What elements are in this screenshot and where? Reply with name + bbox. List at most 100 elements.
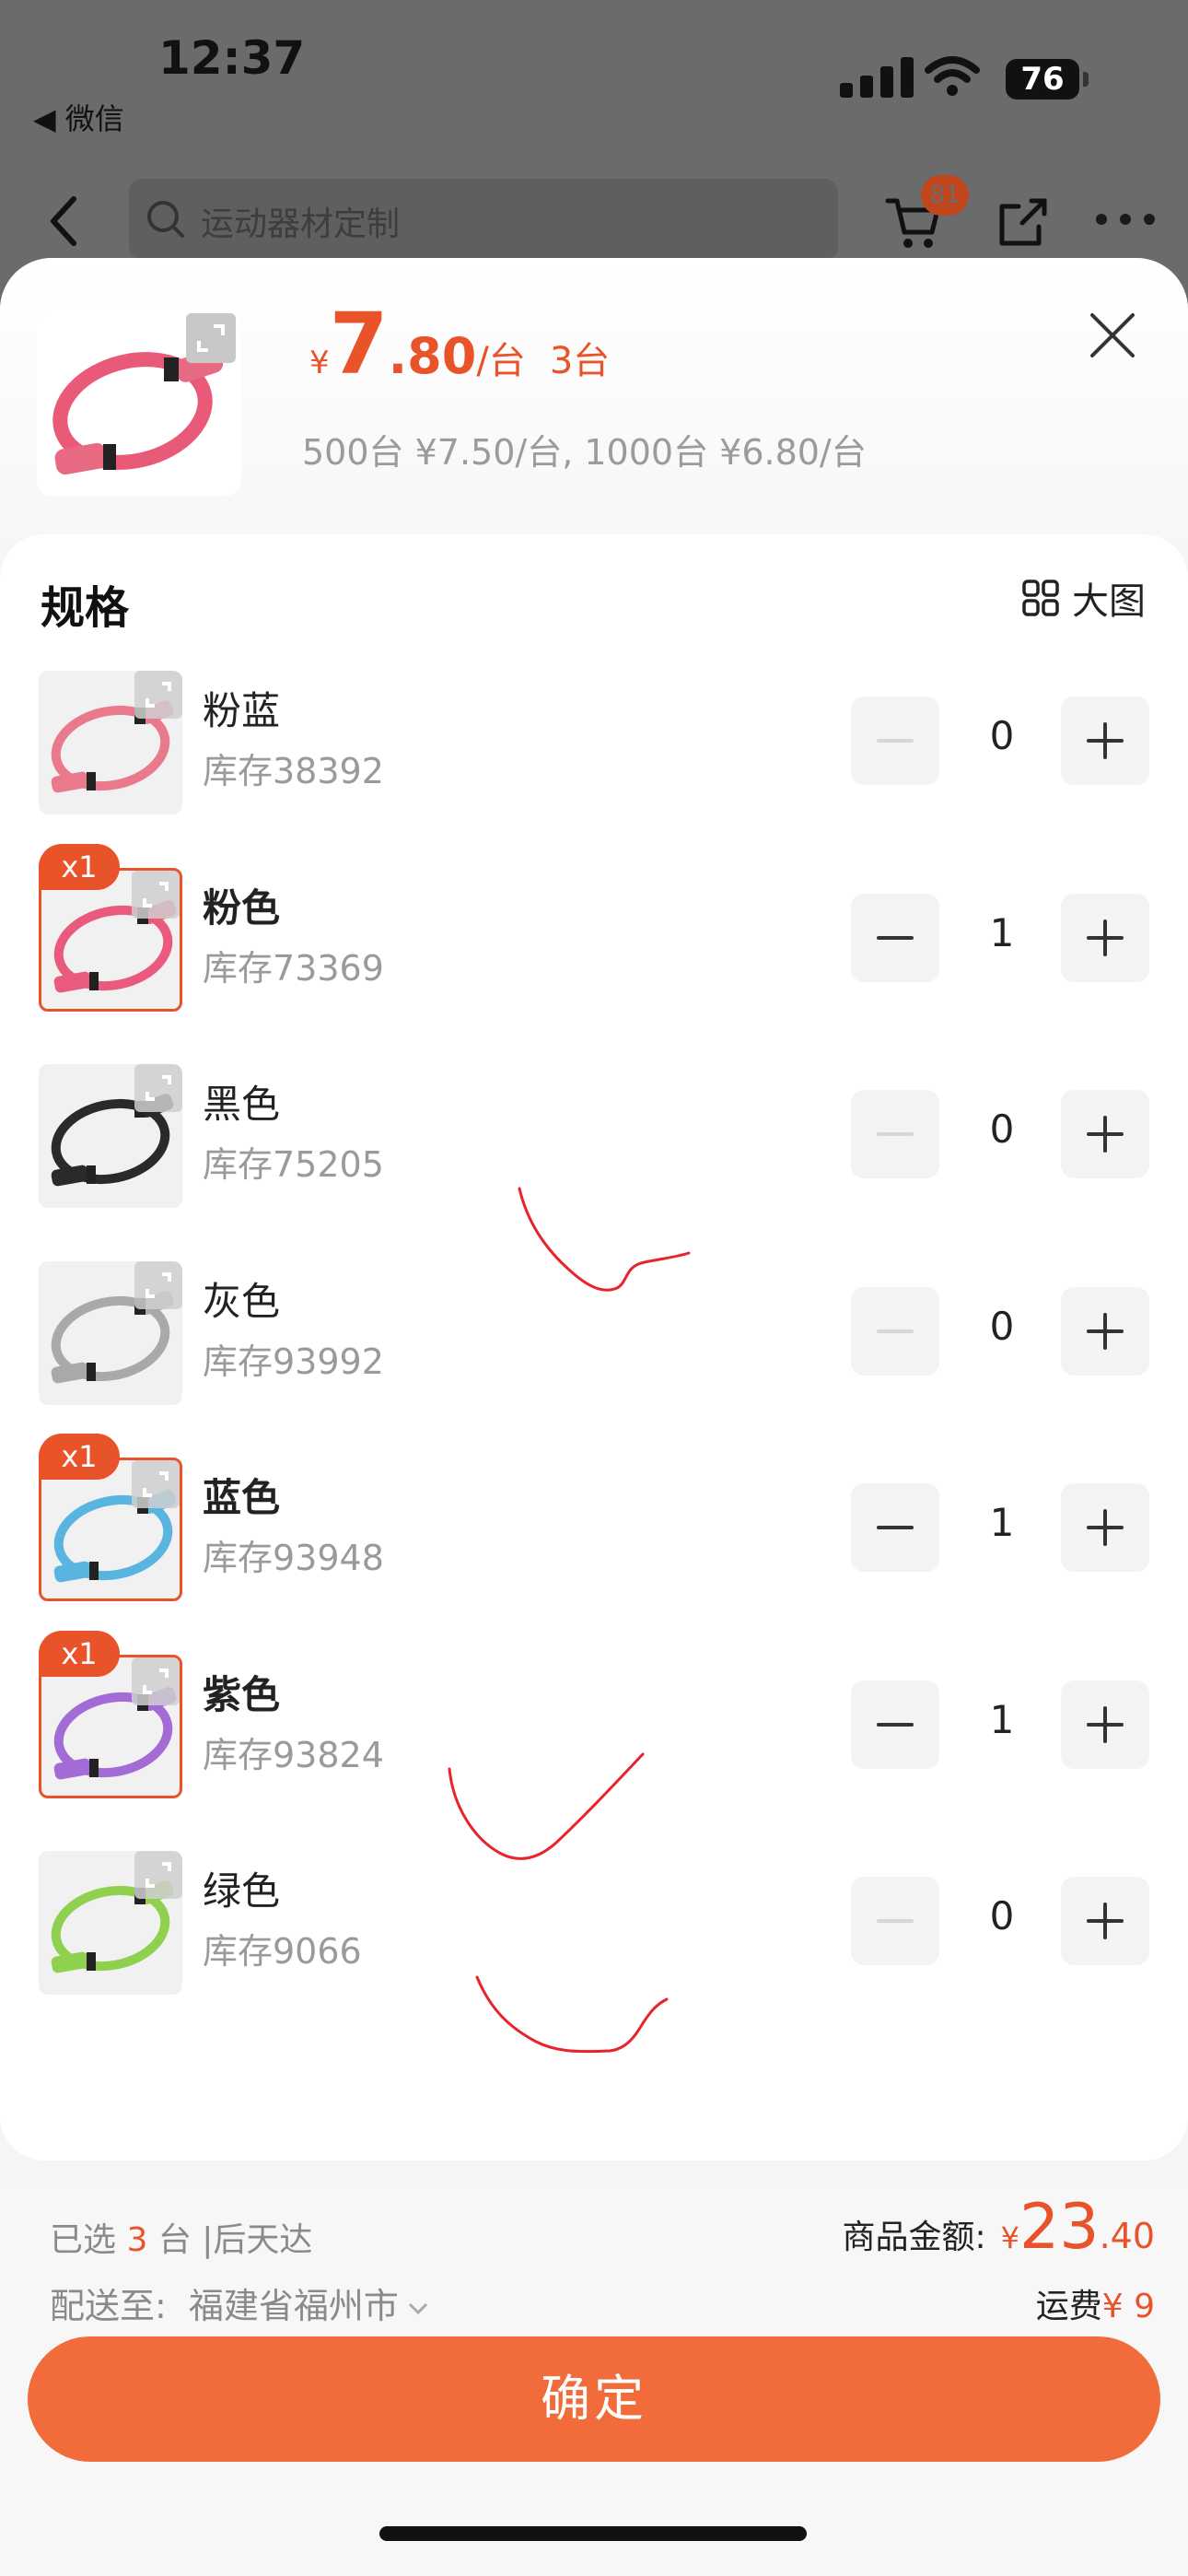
decrement-button[interactable] [851,1286,939,1376]
quantity-value[interactable]: 0 [958,1107,1046,1152]
plus-icon [1087,919,1124,956]
search-placeholder: 运动器材定制 [201,205,401,243]
expand-icon[interactable] [132,1657,180,1705]
decrement-button[interactable] [851,1877,939,1965]
back-arrow-icon[interactable] [46,193,83,249]
more-icon[interactable] [1096,214,1157,228]
minus-icon [877,1919,914,1923]
decrement-button[interactable] [851,1680,939,1769]
increment-button[interactable] [1061,893,1149,982]
spec-row[interactable]: 灰色 库存93992 0 [0,1260,1188,1418]
increment-button[interactable] [1061,1090,1149,1178]
variant-name: 紫色 [203,1671,281,1717]
increment-button[interactable] [1061,1286,1149,1376]
increment-button[interactable] [1061,1877,1149,1965]
search-input[interactable]: 运动器材定制 [129,179,838,260]
selected-count: 3 [126,2221,148,2259]
price-unit: /台 [476,340,526,382]
decrement-button[interactable] [851,893,939,982]
increment-button[interactable] [1061,1680,1149,1769]
variant-stock: 库存75205 [203,1144,384,1185]
price-currency: ¥ [309,345,330,381]
decrement-button[interactable] [851,697,939,785]
variant-stock: 库存73369 [203,947,384,989]
expand-icon[interactable] [134,1064,182,1112]
price-decimal: .80 [388,327,477,385]
plus-icon [1087,1903,1124,1939]
quantity-value[interactable]: 1 [958,1500,1046,1545]
increment-button[interactable] [1061,1483,1149,1572]
minus-icon [877,739,914,743]
quantity-badge: x1 [39,1434,120,1480]
plus-icon [1087,1509,1124,1546]
share-icon[interactable] [995,195,1050,249]
quantity-value[interactable]: 1 [958,910,1046,955]
chevron-down-icon [408,2302,427,2314]
variant-thumbnail[interactable] [39,1851,182,1995]
shipping-fee: 运费¥ 9 [1036,2279,1155,2327]
minus-icon [877,1132,914,1136]
amount-currency: ¥ [1000,2220,1020,2255]
decrement-button[interactable] [851,1483,939,1572]
variant-name: 粉色 [203,884,281,931]
home-indicator [379,2526,807,2541]
plus-icon [1087,722,1124,759]
selected-prefix: 已选 [50,2221,117,2259]
variant-thumbnail[interactable] [39,671,182,814]
close-icon[interactable] [1087,310,1138,361]
back-to-app-link[interactable]: ◀ 微信 [33,96,124,138]
selected-summary: 已选 3 台 |后天达 [50,2213,312,2261]
decrement-button[interactable] [851,1090,939,1178]
minus-icon [877,1329,914,1333]
status-bar: 12:37 ◀ 微信 76 [0,0,1188,166]
big-view-toggle[interactable]: 大图 [1022,575,1146,623]
variant-stock: 库存93824 [203,1734,384,1775]
expand-icon[interactable] [132,1460,180,1508]
battery-indicator: 76 [1006,59,1079,100]
shipping-label: 运费 [1035,2288,1102,2325]
spec-row[interactable]: x1 蓝色 库存93948 1 [0,1434,1188,1614]
status-time: 12:37 [158,31,306,85]
sheet-header: ¥7.80/台 3台 500台 ¥7.50/台, 1000台 ¥6.80/台 [0,258,1188,562]
product-main-image[interactable] [37,310,241,496]
grid-icon [1022,580,1059,616]
plus-icon [1087,1312,1124,1350]
spec-title: 规格 [41,582,130,634]
increment-button[interactable] [1061,697,1149,785]
spec-row[interactable]: 绿色 库存9066 0 [0,1851,1188,2008]
variant-name: 粉蓝 [203,688,281,733]
quantity-value[interactable]: 0 [958,713,1046,758]
goods-amount: 商品金额: ¥23.40 [843,2191,1155,2264]
spec-row[interactable]: x1 粉色 库存73369 1 [0,843,1188,1025]
expand-icon[interactable] [132,870,180,919]
checkout-footer: 已选 3 台 |后天达 配送至: 福建省福州市 商品金额: ¥23.40 运费¥ 9… [0,2184,1188,2576]
plus-icon [1087,1705,1124,1743]
expand-icon[interactable] [134,1260,182,1309]
expand-icon[interactable] [186,313,236,363]
selected-quantity: 3台 [549,340,611,382]
spec-selector-sheet: ¥7.80/台 3台 500台 ¥7.50/台, 1000台 ¥6.80/台 规格… [0,258,1188,2576]
deliver-label: 配送至: [50,2286,167,2326]
spec-list-panel: 规格 大图 粉蓝 库存38392 0 x1 粉色 库存73369 1 黑色 库存… [0,534,1188,2160]
variant-stock: 库存93948 [203,1538,384,1578]
expand-icon[interactable] [134,671,182,719]
spec-row[interactable]: 黑色 库存75205 0 [0,1064,1188,1221]
unit-price: ¥7.80/台 3台 [309,295,610,393]
confirm-button[interactable]: 确定 [28,2336,1160,2462]
quantity-badge: x1 [39,843,120,890]
spec-row[interactable]: 粉蓝 库存38392 0 [0,671,1188,827]
quantity-value[interactable]: 0 [958,1893,1046,1938]
spec-row[interactable]: x1 紫色 库存93824 1 [0,1630,1188,1811]
variant-thumbnail[interactable] [39,1260,182,1405]
battery-cap [1083,72,1089,87]
minus-icon [877,1526,914,1529]
delivery-address[interactable]: 配送至: 福建省福州市 [50,2277,428,2328]
variant-stock: 库存38392 [203,751,384,791]
minus-icon [877,1722,914,1727]
plus-icon [1087,1116,1124,1153]
expand-icon[interactable] [134,1851,182,1899]
variant-thumbnail[interactable] [39,1064,182,1208]
quantity-value[interactable]: 1 [958,1697,1046,1742]
quantity-value[interactable]: 0 [958,1304,1046,1349]
deliver-city: 福建省福州市 [188,2286,399,2326]
